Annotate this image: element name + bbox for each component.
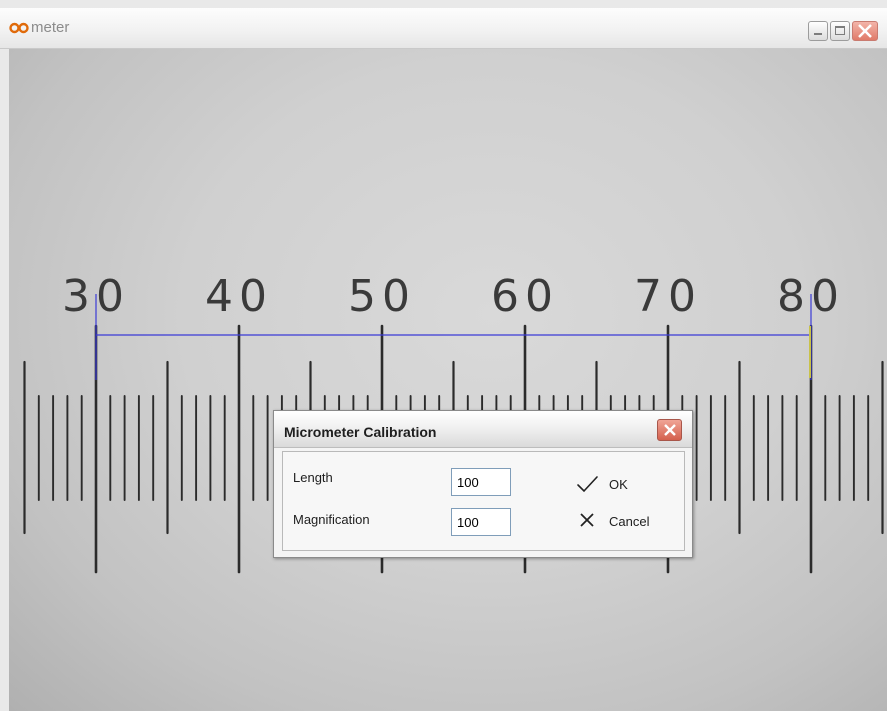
maximize-button[interactable]	[830, 21, 850, 41]
ok-label: OK	[609, 476, 628, 492]
app-window: meter 30 40 50 60 70 80 Micrometer Calibratio…	[0, 0, 887, 711]
calibration-dialog: Micrometer Calibration Length Magnificat…	[273, 410, 693, 558]
micrometer-image-view[interactable]: 30 40 50 60 70 80	[9, 49, 887, 711]
length-input[interactable]	[451, 468, 511, 496]
dialog-body: Length Magnification OK Cancel	[282, 451, 685, 551]
minimize-button[interactable]	[808, 21, 828, 41]
scale-number: 50	[348, 271, 416, 322]
close-icon	[858, 24, 872, 38]
scale-number: 40	[205, 271, 273, 322]
x-icon	[580, 513, 594, 527]
magnification-label: Magnification	[293, 512, 370, 527]
close-button[interactable]	[852, 21, 878, 41]
micrometer-scale: 30 40 50 60 70 80	[23, 271, 884, 574]
length-label: Length	[293, 470, 333, 485]
window-title: meter	[31, 19, 70, 36]
dialog-titlebar[interactable]: Micrometer Calibration	[274, 411, 692, 448]
glasses-icon	[9, 22, 29, 34]
dialog-title: Micrometer Calibration	[284, 424, 437, 440]
dialog-close-button[interactable]	[657, 419, 682, 441]
scale-number: 60	[491, 271, 559, 322]
ok-button[interactable]: OK	[575, 472, 628, 496]
scale-number: 70	[634, 271, 702, 322]
window-titlebar[interactable]: meter	[0, 8, 887, 49]
cancel-button[interactable]: Cancel	[575, 509, 649, 533]
magnification-input[interactable]	[451, 508, 511, 536]
checkmark-icon	[577, 476, 598, 493]
close-icon	[664, 424, 676, 436]
cancel-label: Cancel	[609, 513, 650, 529]
